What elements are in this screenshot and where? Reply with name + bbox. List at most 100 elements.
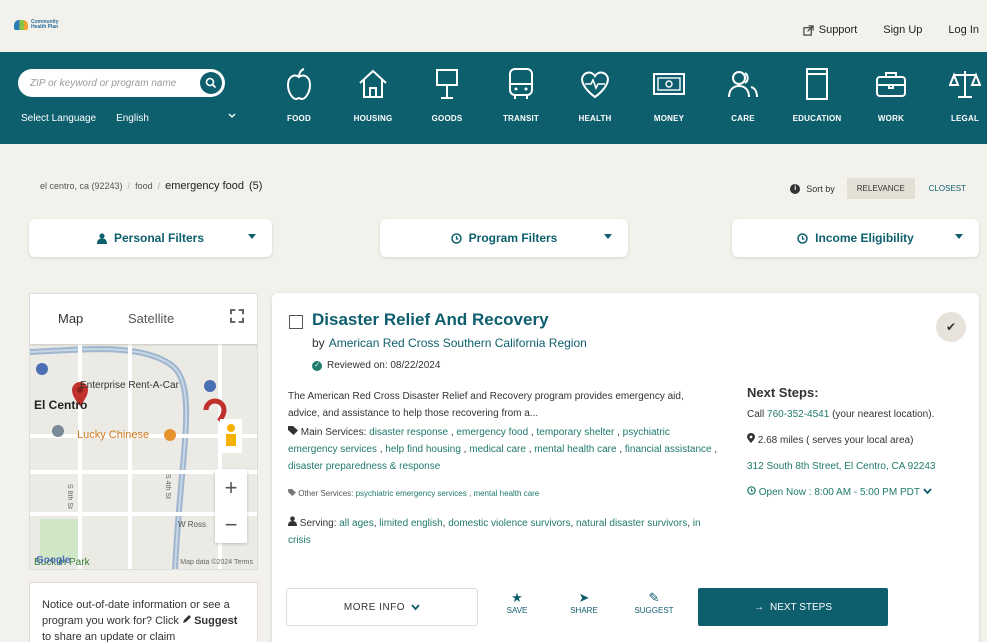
logo-text: Community Health Plan	[31, 19, 59, 30]
mark-complete-button[interactable]: ✔	[936, 312, 966, 342]
map-tab[interactable]: Map	[58, 311, 83, 326]
search-button[interactable]	[200, 72, 222, 94]
category-care[interactable]: CARE	[706, 66, 780, 123]
sort-label: Sort by	[806, 183, 835, 194]
language-dropdown[interactable]: English	[116, 113, 236, 124]
category-money[interactable]: MONEY	[632, 66, 706, 123]
breadcrumb: el centro, ca (92243) / food / emergency…	[40, 180, 262, 192]
arrow-right-icon: →	[753, 601, 764, 613]
service-tag[interactable]: medical care	[469, 444, 526, 455]
more-info-button[interactable]: MORE INFO	[286, 588, 478, 626]
serving-tag[interactable]: natural disaster survivors	[576, 518, 687, 529]
breadcrumb-location[interactable]: el centro, ca (92243)	[40, 181, 123, 191]
service-tag[interactable]: mental health care	[473, 489, 539, 498]
main-services-label: Main Services:	[300, 427, 367, 438]
select-language-label: Select Language	[21, 113, 97, 124]
service-tag[interactable]: disaster preparedness & response	[288, 461, 440, 472]
service-tag[interactable]: help find housing	[385, 444, 461, 455]
category-label: LEGAL	[950, 114, 980, 123]
zoom-out-button[interactable]: −	[215, 506, 247, 543]
language-value: English	[116, 113, 149, 124]
log-in-link[interactable]: Log In	[948, 24, 979, 36]
info-icon[interactable]: i	[790, 183, 801, 194]
serving-tag[interactable]: domestic violence survivors	[448, 518, 570, 529]
other-services-label: Other Services:	[298, 489, 354, 498]
address-link[interactable]: 312 South 8th Street, El Centro, CA 9224…	[747, 459, 972, 475]
call-prefix: Call	[747, 409, 765, 420]
select-checkbox[interactable]	[289, 315, 303, 329]
map-label-4th-st: S 4th St	[164, 474, 171, 499]
search-input[interactable]	[30, 75, 190, 91]
save-button[interactable]: ★ SAVE	[492, 590, 542, 615]
phone-link[interactable]: 760-352-4541	[767, 409, 829, 420]
reviewed-text: Reviewed on: 08/22/2024	[327, 360, 441, 371]
map-type-bar: Map Satellite	[30, 294, 257, 344]
service-tag[interactable]: disaster response	[369, 427, 448, 438]
support-link-label: Support	[818, 24, 858, 36]
breadcrumb-category[interactable]: food	[135, 181, 153, 191]
zoom-in-button[interactable]: +	[215, 469, 247, 506]
personal-filters-button[interactable]: Personal Filters	[29, 219, 272, 257]
card-actions: MORE INFO ★ SAVE ➤ SHARE ✎ SUGGEST → NEX…	[286, 588, 966, 633]
hours-info[interactable]: Open Now : 8:00 AM - 5:00 PM PDT	[747, 485, 972, 501]
sign-up-link[interactable]: Sign Up	[883, 24, 922, 36]
other-services: Other Services: psychiatric emergency se…	[288, 489, 718, 498]
support-link[interactable]: Support	[803, 24, 858, 36]
search-box	[18, 69, 225, 97]
results-map[interactable]: Enterprise Rent-A-Car El Centro Lucky Ch…	[29, 293, 258, 570]
service-tag[interactable]: mental health care	[534, 444, 616, 455]
breadcrumb-separator: /	[127, 181, 131, 191]
serving-tag[interactable]: limited english	[379, 518, 442, 529]
next-steps-label: NEXT STEPS	[769, 601, 833, 613]
share-button[interactable]: ➤ SHARE	[559, 590, 609, 615]
category-health[interactable]: HEALTH	[558, 66, 632, 123]
income-eligibility-button[interactable]: Income Eligibility	[732, 219, 979, 257]
category-legal[interactable]: LEGAL	[928, 66, 987, 123]
program-byline: by American Red Cross Southern California…	[312, 336, 587, 350]
category-nav: Select Language English FOOD HOUSING GOO…	[0, 52, 987, 144]
service-tag[interactable]: psychiatric emergency services	[356, 489, 467, 498]
program-title[interactable]: Disaster Relief And Recovery	[312, 310, 549, 330]
caret-down-icon	[955, 234, 963, 239]
suggest-notice: Notice out-of-date information or see a …	[29, 582, 258, 642]
clock-icon	[450, 232, 462, 244]
distance-info: 2.68 miles ( serves your local area)	[747, 433, 972, 449]
program-card: Disaster Relief And Recovery by American …	[272, 293, 979, 642]
provider-link[interactable]: American Red Cross Southern California R…	[329, 336, 587, 350]
service-tag[interactable]: financial assistance	[625, 444, 712, 455]
map-label-8th-st: S 8th St	[66, 484, 73, 509]
book-icon	[806, 68, 828, 100]
category-food[interactable]: FOOD	[262, 66, 336, 123]
category-transit[interactable]: TRANSIT	[484, 66, 558, 123]
result-count: (5)	[249, 180, 263, 192]
serving-groups: Serving: all ages, limited english, dome…	[288, 516, 701, 546]
service-tag[interactable]: emergency food	[456, 427, 528, 438]
suggest-link[interactable]: Suggest	[194, 615, 237, 627]
site-logo[interactable]: Community Health Plan	[14, 20, 61, 30]
category-goods[interactable]: GOODS	[410, 66, 484, 123]
category-education[interactable]: EDUCATION	[780, 66, 854, 123]
language-selector[interactable]: Select Language English	[21, 113, 236, 124]
map-attribution[interactable]: Map data ©2024 Terms	[180, 559, 253, 566]
by-label: by	[312, 336, 325, 350]
category-work[interactable]: WORK	[854, 66, 928, 123]
breadcrumb-separator: /	[157, 181, 161, 191]
sort-closest-button[interactable]: CLOSEST	[929, 184, 966, 193]
fullscreen-icon[interactable]	[230, 309, 244, 323]
top-bar: Community Health Plan Support Sign Up Lo…	[0, 0, 987, 52]
category-label: HEALTH	[578, 114, 612, 123]
service-tag[interactable]: temporary shelter	[536, 427, 614, 438]
caret-down-icon	[248, 234, 256, 239]
serving-tag[interactable]: all ages	[339, 518, 373, 529]
people-icon	[728, 71, 758, 98]
category-housing[interactable]: HOUSING	[336, 66, 410, 123]
program-filters-button[interactable]: Program Filters	[380, 219, 628, 257]
next-steps-button[interactable]: → NEXT STEPS	[698, 588, 888, 626]
map-label-w-ross: W Ross	[178, 520, 206, 529]
satellite-tab[interactable]: Satellite	[128, 311, 174, 326]
save-label: SAVE	[506, 606, 528, 615]
category-label: HOUSING	[353, 114, 393, 123]
google-logo: Google	[36, 555, 71, 566]
sort-relevance-button[interactable]: RELEVANCE	[846, 178, 915, 199]
suggest-button[interactable]: ✎ SUGGEST	[629, 590, 679, 615]
